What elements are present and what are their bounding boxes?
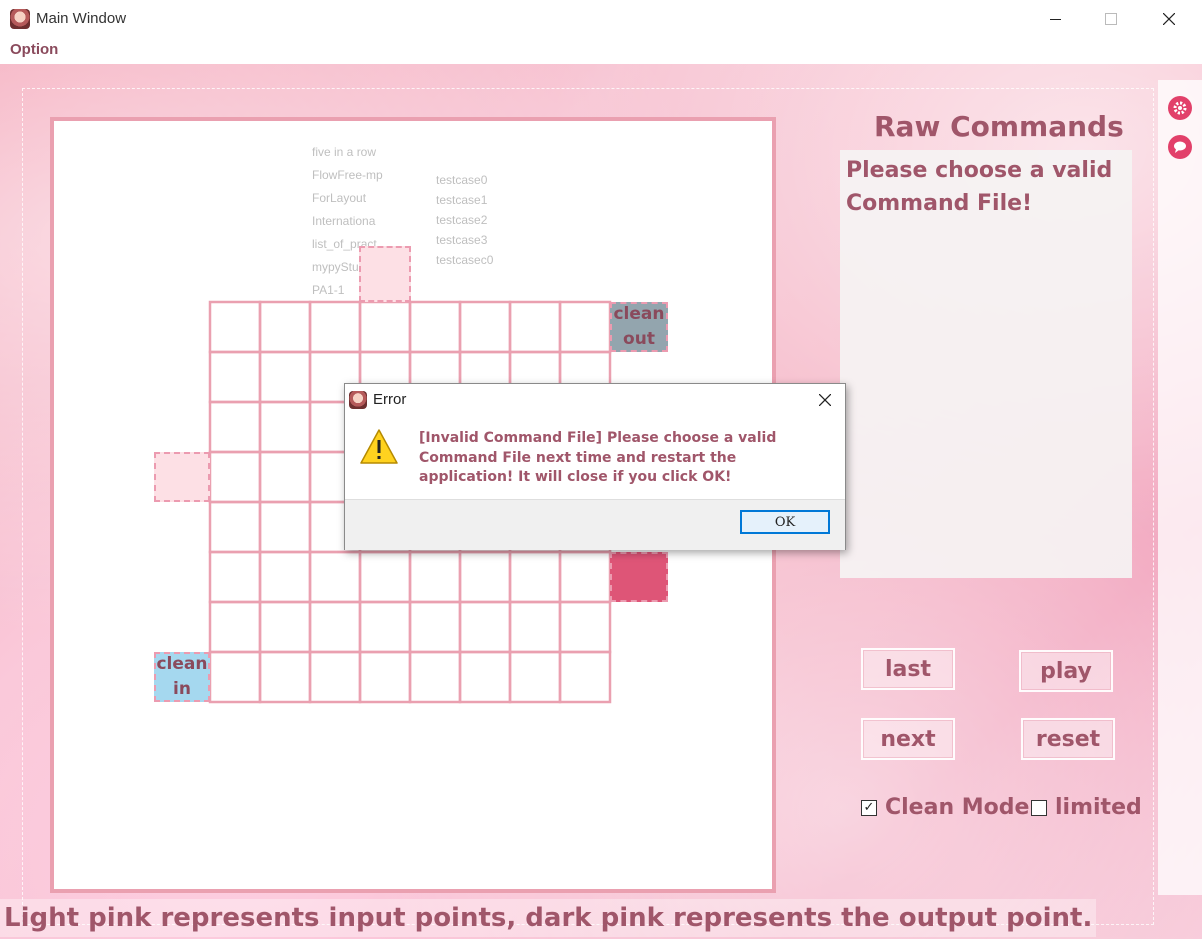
grid-cell xyxy=(258,500,312,554)
legend-status-text: Light pink represents input points, dark… xyxy=(0,899,1097,937)
grid-cell xyxy=(358,300,412,354)
clean-out-port: clean out xyxy=(610,302,668,352)
grid-cell xyxy=(308,300,362,354)
raw-commands-message: Please choose a valid Command File! xyxy=(846,158,1113,216)
app-icon xyxy=(10,9,30,29)
chat-icon[interactable] xyxy=(1168,135,1192,159)
clean-mode-label: Clean Mode xyxy=(885,795,1030,820)
grid-cell xyxy=(208,550,262,604)
grid-cell xyxy=(558,300,612,354)
grid-cell xyxy=(208,650,262,704)
side-toolbar xyxy=(1158,80,1202,895)
grid-cell xyxy=(258,450,312,504)
maximize-button[interactable] xyxy=(1088,4,1134,34)
menu-option[interactable]: Option xyxy=(10,41,58,58)
grid-cell xyxy=(358,650,412,704)
output-point xyxy=(610,552,668,602)
grid-cell xyxy=(458,300,512,354)
reset-button[interactable]: reset xyxy=(1021,718,1115,760)
grid-cell xyxy=(258,600,312,654)
title-bar: Main Window xyxy=(0,0,1202,38)
limited-checkbox[interactable]: limited xyxy=(1031,795,1142,820)
minimize-icon xyxy=(1049,18,1061,20)
dialog-message: [Invalid Command File] Please choose a v… xyxy=(419,430,777,485)
grid-cell xyxy=(558,600,612,654)
grid-cell xyxy=(558,650,612,704)
dialog-close-button[interactable] xyxy=(811,387,839,413)
grid-cell xyxy=(308,550,362,604)
grid-cell xyxy=(408,650,462,704)
grid-cell xyxy=(258,550,312,604)
close-icon xyxy=(1163,13,1175,25)
last-button[interactable]: last xyxy=(861,648,955,690)
close-icon xyxy=(819,394,831,406)
grid-cell xyxy=(308,600,362,654)
maximize-icon xyxy=(1105,13,1117,25)
window-title: Main Window xyxy=(36,10,127,27)
grid-cell xyxy=(208,300,262,354)
play-button[interactable]: play xyxy=(1019,650,1113,692)
warning-icon xyxy=(360,429,398,464)
app-icon xyxy=(349,391,367,409)
limited-check-icon[interactable] xyxy=(1031,799,1047,816)
grid-cell xyxy=(208,450,262,504)
grid-cell xyxy=(458,650,512,704)
grid-cell xyxy=(258,300,312,354)
dialog-footer: OK xyxy=(345,499,845,550)
dialog-title: Error xyxy=(373,391,407,408)
grid-cell xyxy=(508,550,562,604)
grid-cell xyxy=(508,650,562,704)
grid-cell xyxy=(408,550,462,604)
grid-cell xyxy=(208,500,262,554)
grid-cell xyxy=(508,300,562,354)
grid-cell xyxy=(208,350,262,404)
input-point-top xyxy=(359,246,411,302)
minimize-button[interactable] xyxy=(1032,4,1078,34)
limited-label: limited xyxy=(1055,795,1142,820)
grid-cell xyxy=(508,600,562,654)
grid-cell xyxy=(408,600,462,654)
menu-bar: Option xyxy=(0,38,1202,64)
grid-cell xyxy=(358,600,412,654)
grid-cell xyxy=(208,400,262,454)
grid-cell xyxy=(208,600,262,654)
raw-commands-title: Raw Commands xyxy=(874,110,1124,143)
grid-cell xyxy=(258,650,312,704)
gear-icon[interactable] xyxy=(1168,96,1192,120)
clean-mode-checkbox[interactable]: ✓ Clean Mode xyxy=(861,795,1029,820)
grid-cell xyxy=(258,350,312,404)
grid-cell xyxy=(458,550,512,604)
clean-in-port: clean in xyxy=(154,652,210,702)
ok-button[interactable]: OK xyxy=(740,510,830,534)
grid-cell xyxy=(558,550,612,604)
close-window-button[interactable] xyxy=(1146,4,1192,34)
grid-cell xyxy=(308,650,362,704)
clean-mode-check-icon[interactable]: ✓ xyxy=(861,799,877,816)
next-button[interactable]: next xyxy=(861,718,955,760)
error-dialog: Error [Invalid Command File] Please choo… xyxy=(344,383,846,550)
input-point-left xyxy=(154,452,210,502)
grid-cell xyxy=(258,400,312,454)
grid-cell xyxy=(408,300,462,354)
grid-cell xyxy=(458,600,512,654)
grid-cell xyxy=(358,550,412,604)
